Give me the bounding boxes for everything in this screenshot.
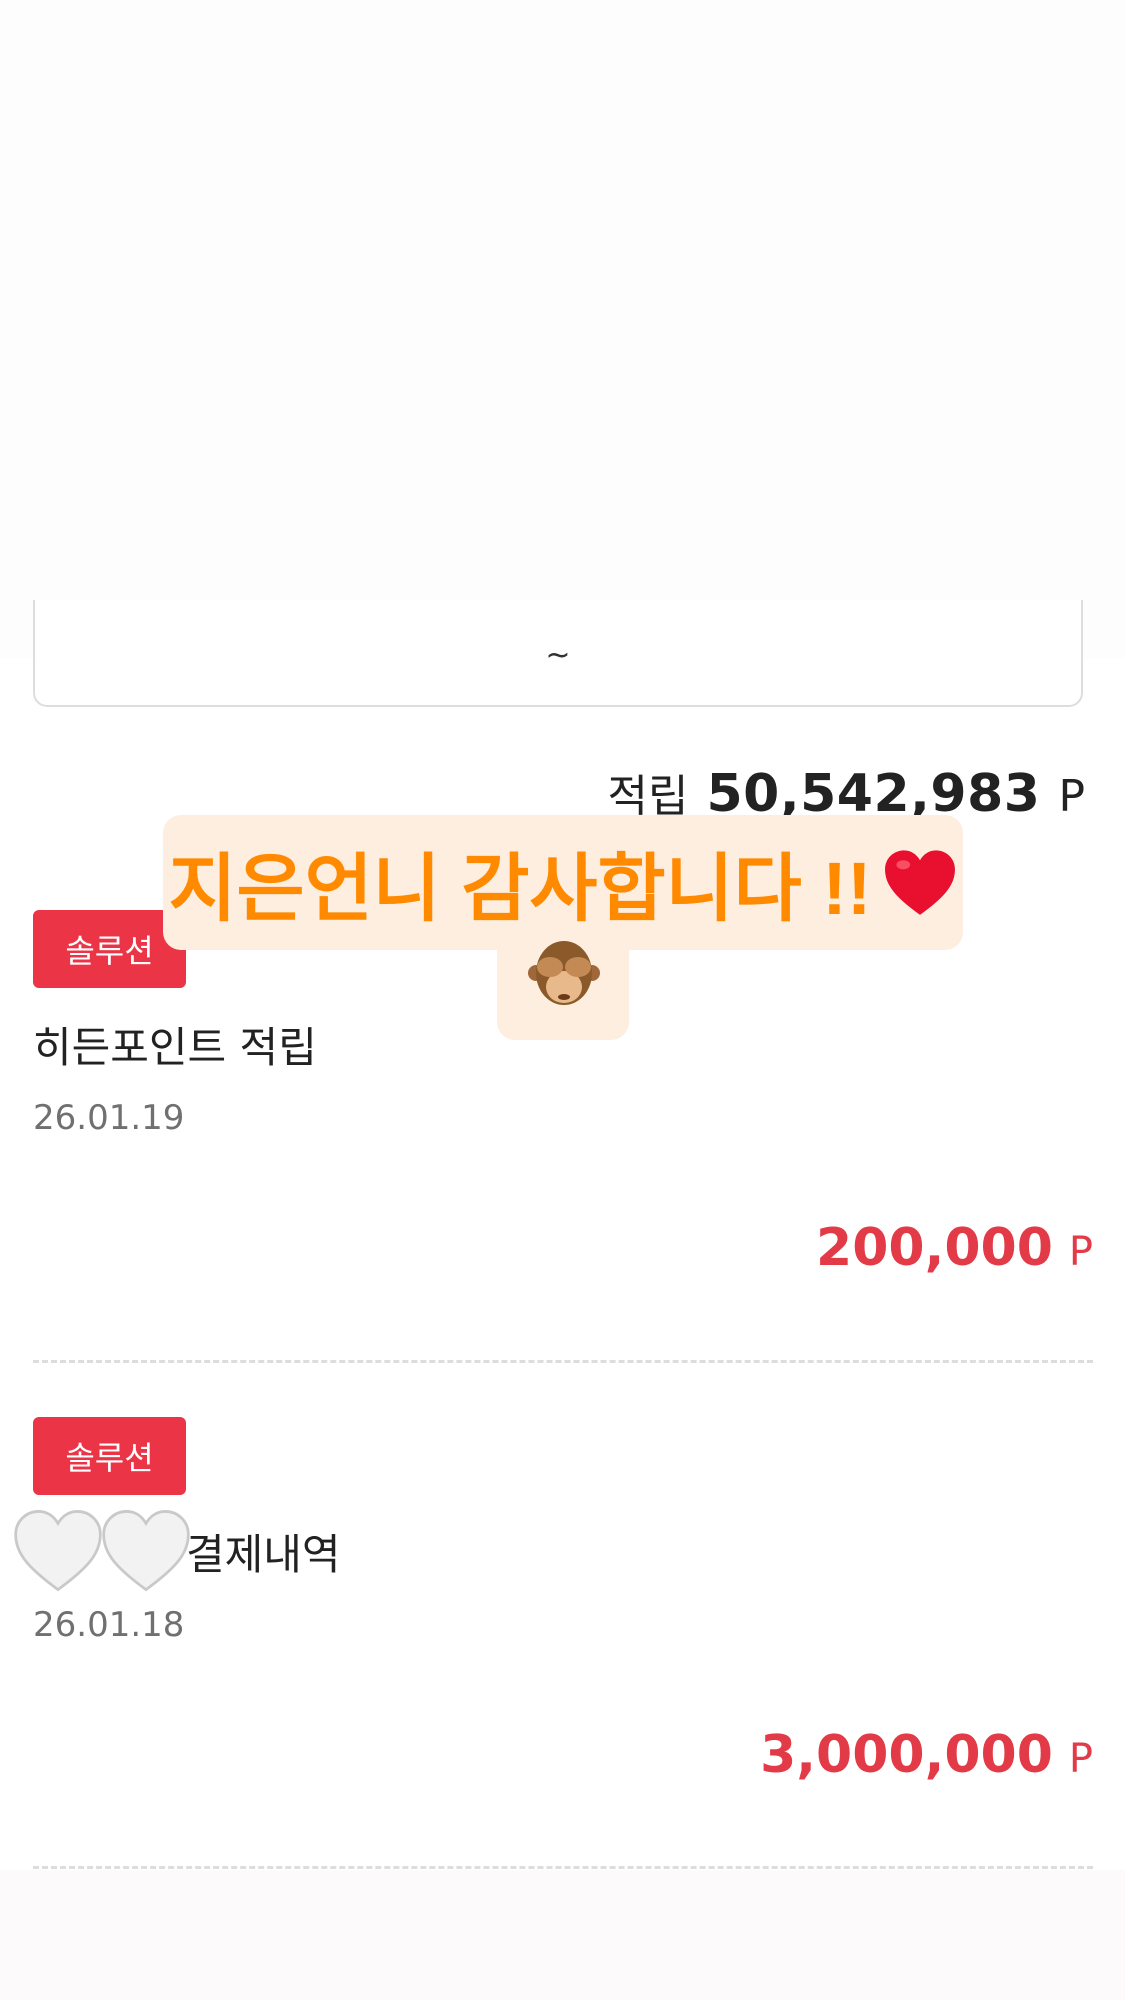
heart-icon [884, 849, 955, 915]
date-range-separator: ~ [545, 638, 571, 673]
history-date: 26.01.18 [33, 1605, 185, 1645]
white-heart-icon [14, 1510, 102, 1592]
history-title: 히든포인트 적립 [33, 1023, 317, 1072]
history-amount-unit: P [1068, 1229, 1093, 1275]
history-amount-value: 200,000 [816, 1218, 1053, 1278]
history-amount: 3,000,000 P [760, 1725, 1093, 1785]
story-text-overlay: 지은언니 감사합니다 !! [163, 815, 963, 950]
see-no-evil-monkey-icon [528, 941, 600, 1005]
item-divider [33, 1866, 1093, 1869]
history-amount-value: 3,000,000 [760, 1725, 1053, 1785]
bottom-bar [0, 1870, 1125, 2000]
history-title: 결제내역 [186, 1530, 341, 1579]
item-divider [33, 1360, 1093, 1363]
white-heart-icon [102, 1510, 190, 1592]
top-blank-area [0, 0, 1125, 658]
story-text: 지은언니 감사합니다 !! [168, 847, 872, 930]
category-badge: 솔루션 [33, 1417, 186, 1495]
history-date: 26.01.19 [33, 1098, 185, 1138]
history-amount-unit: P [1068, 1736, 1093, 1782]
date-range-filter[interactable]: ~ [33, 600, 1083, 707]
summary-unit: P [1058, 771, 1085, 822]
history-amount: 200,000 P [816, 1218, 1093, 1278]
